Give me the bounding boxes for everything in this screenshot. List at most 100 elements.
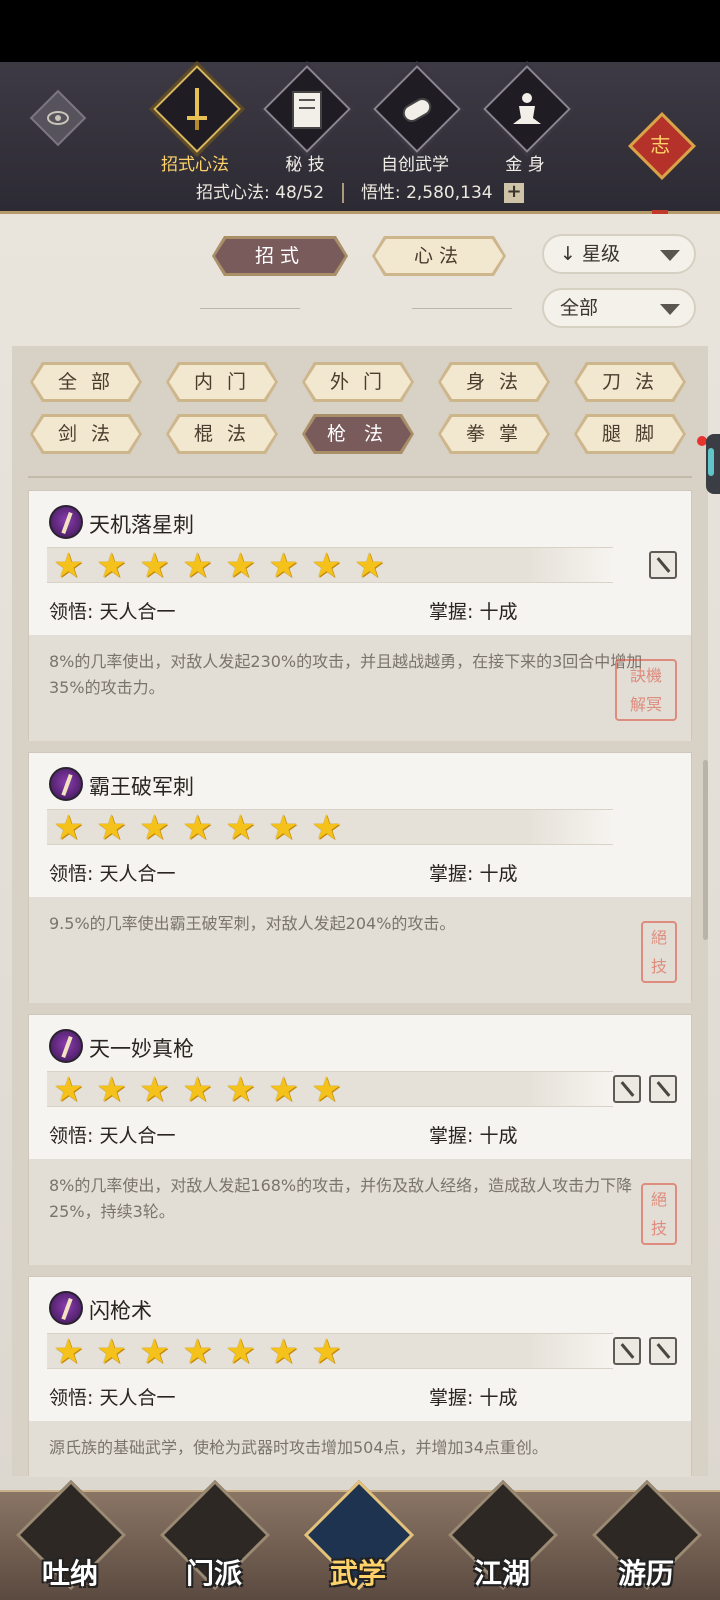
category-filter-label: 剑 法 <box>33 417 139 451</box>
star-icon: ★ <box>311 546 342 586</box>
star-icon: ★ <box>53 546 84 586</box>
nav-item-3[interactable]: 江湖 <box>447 1479 559 1600</box>
range-dropdown[interactable]: 全部 <box>542 288 696 328</box>
category-divider <box>28 476 692 478</box>
tab-golden-body[interactable]: 金 身 <box>470 65 580 178</box>
weapon-type-icon[interactable] <box>649 551 677 579</box>
eye-icon <box>47 111 69 125</box>
nav-label: 游历 <box>617 1557 674 1590</box>
skill-card[interactable]: 天一妙真枪 ★ ★ ★ ★ ★ ★ ★ 领悟: 天人合一 掌握: 十成 8%的几率使出，对敌人发起1… <box>28 1014 692 1265</box>
category-filter-5[interactable]: 剑 法 <box>30 414 142 454</box>
divider-ornament <box>200 308 300 309</box>
star-icon: ★ <box>225 1332 256 1372</box>
category-filter-6[interactable]: 棍 法 <box>166 414 278 454</box>
tab-mental-methods-filter[interactable]: 心法 <box>372 236 506 276</box>
skill-description-box: 源氏族的基础武学，使枪为武器时攻击增加504点，并增加34点重创。 <box>29 1421 691 1477</box>
star-icon: ★ <box>139 546 170 586</box>
comprehension-level: 领悟: 天人合一 <box>49 601 176 623</box>
category-filter-label: 内 门 <box>169 365 275 399</box>
skill-name: 天一妙真枪 <box>89 1037 194 1061</box>
moves-count: 招式心法: 48/52 <box>196 183 325 203</box>
star-icon: ★ <box>225 808 256 848</box>
seal-stamp: 絕 技 <box>641 921 677 983</box>
nav-item-0[interactable]: 吐纳 <box>15 1479 127 1600</box>
star-icon: ★ <box>311 1332 342 1372</box>
star-rating: ★ ★ ★ ★ ★ ★ ★ ★ <box>47 546 613 586</box>
category-filter-9[interactable]: 腿 脚 <box>574 414 686 454</box>
chevron-down-icon <box>660 304 680 315</box>
eye-button[interactable] <box>29 89 87 147</box>
category-filter-0[interactable]: 全 部 <box>30 362 142 402</box>
skill-description-box: 8%的几率使出，对敌人发起230%的攻击，并且越战越勇，在接下来的3回合中增加3… <box>29 635 691 741</box>
category-filter-label: 刀 法 <box>577 365 683 399</box>
spear-skill-icon <box>49 767 83 801</box>
star-icon: ★ <box>268 1332 299 1372</box>
nav-label: 武学 <box>329 1557 386 1590</box>
star-icon: ★ <box>311 808 342 848</box>
star-icon: ★ <box>182 1070 213 1110</box>
seal-stamp: 絕 技 <box>641 1183 677 1245</box>
divider-ornament <box>412 308 512 309</box>
tab-moves-filter[interactable]: 招式 <box>212 236 348 276</box>
category-filter-3[interactable]: 身 法 <box>438 362 550 402</box>
range-label: 全部 <box>560 297 599 319</box>
tab-self-created[interactable]: 自创武学 <box>360 65 470 178</box>
star-icon: ★ <box>354 546 385 586</box>
meditation-icon <box>513 93 541 124</box>
comprehension-level: 领悟: 天人合一 <box>49 1387 176 1409</box>
skill-card[interactable]: 霸王破军刺 ★ ★ ★ ★ ★ ★ ★ 领悟: 天人合一 掌握: 十成 9.5%的几率使出霸王破军刺… <box>28 752 692 1003</box>
category-filter-label: 全 部 <box>33 365 139 399</box>
nav-label: 门派 <box>185 1557 242 1590</box>
star-icon: ★ <box>225 1070 256 1110</box>
insight-value: 悟性: 2,580,134 <box>360 183 493 203</box>
star-icon: ★ <box>182 546 213 586</box>
category-filter-label: 枪 法 <box>305 417 411 451</box>
star-icon: ★ <box>139 808 170 848</box>
star-rating: ★ ★ ★ ★ ★ ★ ★ <box>47 1070 613 1110</box>
sort-label: 星级 <box>581 243 620 265</box>
weapon-type-icon[interactable] <box>613 1075 641 1103</box>
comprehension-level: 领悟: 天人合一 <box>49 863 176 885</box>
header: 招式心法 秘 技 自创武学 金 身 志 招式心法: 48/52 悟性: 2,58… <box>0 62 720 233</box>
category-filter-1[interactable]: 内 门 <box>166 362 278 402</box>
book-icon <box>292 91 322 129</box>
scrollbar[interactable] <box>703 760 708 940</box>
star-icon: ★ <box>225 546 256 586</box>
star-icon: ★ <box>53 1332 84 1372</box>
star-icon: ★ <box>182 808 213 848</box>
stats-bar: 招式心法: 48/52 悟性: 2,580,134 + <box>0 178 720 203</box>
nav-item-1[interactable]: 门派 <box>159 1479 271 1600</box>
star-rating: ★ ★ ★ ★ ★ ★ ★ <box>47 808 613 848</box>
tab-moves[interactable]: 招式心法 <box>140 65 250 178</box>
star-icon: ★ <box>53 808 84 848</box>
weapon-type-icon[interactable] <box>649 1075 677 1103</box>
sort-arrow-icon: ↓ <box>560 243 576 265</box>
nav-label: 江湖 <box>473 1557 530 1590</box>
mastery-level: 掌握: 十成 <box>429 1125 518 1147</box>
skill-description-box: 9.5%的几率使出霸王破军刺，对敌人发起204%的攻击。 絕 技 <box>29 897 691 1003</box>
sort-dropdown[interactable]: ↓ 星级 <box>542 234 696 274</box>
star-icon: ★ <box>96 546 127 586</box>
category-filter-7[interactable]: 枪 法 <box>302 414 414 454</box>
category-filter-8[interactable]: 拳 掌 <box>438 414 550 454</box>
skill-name: 闪枪术 <box>89 1299 152 1323</box>
weapon-type-icon[interactable] <box>613 1337 641 1365</box>
nav-item-4[interactable]: 游历 <box>591 1479 703 1600</box>
category-filter-2[interactable]: 外 门 <box>302 362 414 402</box>
star-icon: ★ <box>53 1070 84 1110</box>
mastery-level: 掌握: 十成 <box>429 601 518 623</box>
star-icon: ★ <box>96 1332 127 1372</box>
spear-skill-icon <box>49 1029 83 1063</box>
weapon-type-icon[interactable] <box>649 1337 677 1365</box>
skill-description: 8%的几率使出，对敌人发起230%的攻击，并且越战越勇，在接下来的3回合中增加3… <box>49 652 643 697</box>
scroll-icon <box>402 98 432 122</box>
skill-card[interactable]: 天机落星刺 ★ ★ ★ ★ ★ ★ ★ ★ 领悟: 天人合一 掌握: 十成 8%的几率使出，对敌人发起… <box>28 490 692 741</box>
nav-label: 吐纳 <box>41 1557 98 1590</box>
ambition-badge-button[interactable]: 志 <box>628 112 696 180</box>
category-filter-4[interactable]: 刀 法 <box>574 362 686 402</box>
add-insight-button[interactable]: + <box>504 183 524 203</box>
star-icon: ★ <box>139 1070 170 1110</box>
nav-item-2[interactable]: 武学 <box>303 1479 415 1600</box>
tab-secret-skills[interactable]: 秘 技 <box>250 65 360 178</box>
skill-card[interactable]: 闪枪术 ★ ★ ★ ★ ★ ★ ★ 领悟: 天人合一 掌握: 十成 源氏族的基础武学，使枪为武器时攻… <box>28 1276 692 1477</box>
